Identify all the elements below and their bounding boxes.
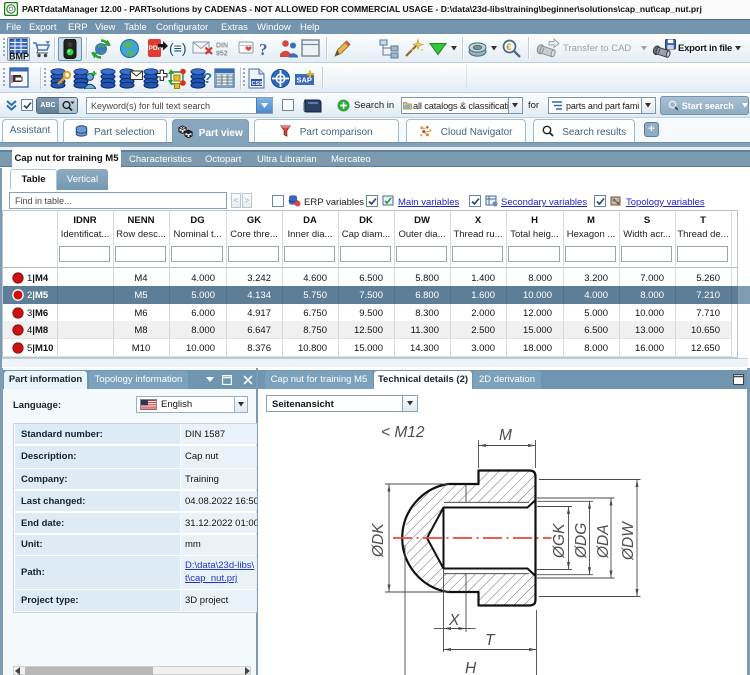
svg-text:?: ? bbox=[203, 70, 212, 87]
svg-text:DIN: DIN bbox=[216, 43, 228, 50]
svg-text:ØDW: ØDW bbox=[620, 521, 637, 561]
svg-text:(≡): (≡) bbox=[169, 40, 187, 56]
svg-text:BMP: BMP bbox=[9, 52, 29, 61]
svg-text:ØGK: ØGK bbox=[551, 523, 568, 559]
svg-text:ØDK: ØDK bbox=[370, 523, 387, 558]
svg-text:€: € bbox=[506, 42, 511, 52]
svg-text:< M12: < M12 bbox=[381, 424, 425, 441]
svg-text:M: M bbox=[499, 427, 512, 444]
svg-text:952: 952 bbox=[216, 51, 228, 58]
svg-text:X: X bbox=[448, 612, 460, 629]
svg-text:ØDG: ØDG bbox=[573, 523, 590, 559]
svg-text:H: H bbox=[465, 660, 477, 675]
svg-text:T: T bbox=[485, 632, 496, 649]
svg-text:ØDA: ØDA bbox=[595, 524, 612, 559]
svg-text:CSS: CSS bbox=[252, 81, 264, 87]
svg-text:?: ? bbox=[259, 40, 268, 59]
